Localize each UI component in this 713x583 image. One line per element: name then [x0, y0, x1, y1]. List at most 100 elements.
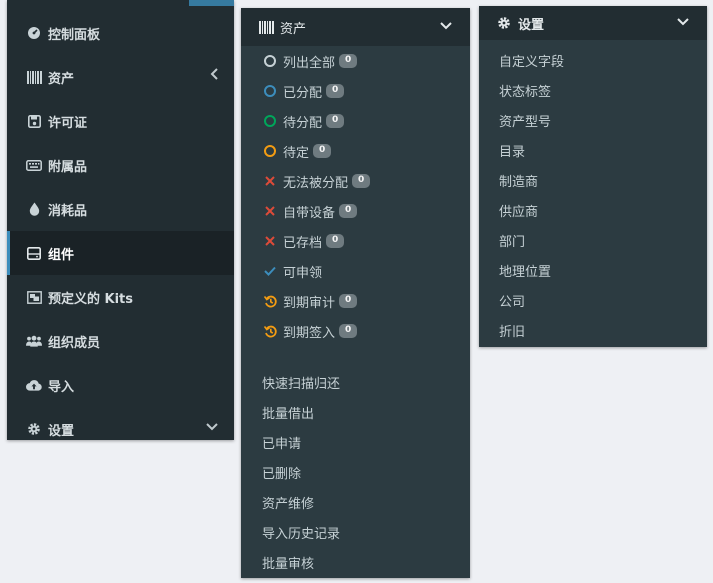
status-labels-link[interactable]: 状态标签	[499, 81, 551, 100]
sidebar-item-consumables[interactable]: 消耗品	[7, 187, 234, 231]
count-badge: 0	[326, 234, 345, 248]
bulk-checkout-link[interactable]: 批量借出	[262, 403, 314, 422]
barcode-icon	[259, 20, 274, 34]
chevron-down-icon	[440, 19, 452, 34]
list-item-label: 待定	[283, 145, 310, 161]
custom-fields-link[interactable]: 自定义字段	[499, 51, 564, 70]
count-badge: 0	[339, 54, 358, 68]
dashboard-icon	[26, 25, 42, 41]
circle-green-icon	[262, 113, 278, 129]
sidebar-item-label: 组件	[48, 247, 75, 263]
count-badge: 0	[339, 294, 358, 308]
deployed-item[interactable]: 已分配 0	[262, 80, 345, 102]
sidebar-item-assets[interactable]: 资产	[7, 55, 234, 99]
sidebar-item-label: 资产	[48, 71, 75, 87]
users-icon	[26, 333, 42, 349]
sidebar-item-label: 控制面板	[48, 27, 101, 43]
sidebar-item-settings[interactable]: 设置	[7, 407, 234, 440]
sidebar-item-label: 组织成员	[48, 335, 101, 351]
keyboard-icon	[26, 157, 42, 173]
list-all-item[interactable]: 列出全部 0	[262, 50, 358, 72]
list-item-label: 到期签入	[283, 325, 336, 341]
requested-link[interactable]: 已申请	[262, 433, 301, 452]
assets-submenu-header[interactable]: 资产	[241, 8, 470, 46]
sidebar-item-accessories[interactable]: 附属品	[7, 143, 234, 187]
list-item-label: 已分配	[283, 85, 323, 101]
sidebar-item-dashboard[interactable]: 控制面板	[7, 11, 234, 55]
list-item-label: 自带设备	[283, 205, 336, 221]
sidebar-item-people[interactable]: 组织成员	[7, 319, 234, 363]
hdd-icon	[26, 245, 42, 261]
list-item-label: 到期审计	[283, 295, 336, 311]
asset-models-link[interactable]: 资产型号	[499, 111, 551, 130]
quick-scan-checkin-link[interactable]: 快速扫描归还	[262, 373, 340, 392]
sidebar-item-kits[interactable]: 预定义的 Kits	[7, 275, 234, 319]
x-icon	[262, 203, 278, 219]
circle-orange-icon	[262, 143, 278, 159]
import-history-link[interactable]: 导入历史记录	[262, 523, 340, 542]
undeployable-item[interactable]: 无法被分配 0	[262, 170, 371, 192]
list-item-label: 可申领	[283, 265, 323, 281]
gear-icon	[497, 16, 511, 30]
deleted-link[interactable]: 已删除	[262, 463, 301, 482]
sidebar-item-licenses[interactable]: 许可证	[7, 99, 234, 143]
byod-item[interactable]: 自带设备 0	[262, 200, 358, 222]
bulk-audit-link[interactable]: 批量审核	[262, 553, 314, 572]
companies-link[interactable]: 公司	[499, 291, 525, 310]
sidebar-item-label: 设置	[48, 423, 75, 439]
chevron-left-icon	[210, 68, 218, 84]
suppliers-link[interactable]: 供应商	[499, 201, 538, 220]
manufacturers-link[interactable]: 制造商	[499, 171, 538, 190]
sidebar-item-import[interactable]: 导入	[7, 363, 234, 407]
list-item-label: 已存档	[283, 235, 323, 251]
object-group-icon	[26, 289, 42, 305]
x-icon	[262, 233, 278, 249]
archived-item[interactable]: 已存档 0	[262, 230, 345, 252]
asset-maintenance-link[interactable]: 资产维修	[262, 493, 314, 512]
count-badge: 0	[326, 114, 345, 128]
ready-to-deploy-item[interactable]: 待分配 0	[262, 110, 345, 132]
count-badge: 0	[352, 174, 371, 188]
sidebar-item-label: 预定义的 Kits	[48, 291, 134, 307]
due-for-audit-item[interactable]: 到期审计 0	[262, 290, 358, 312]
floppy-disk-icon	[26, 113, 42, 129]
count-badge: 0	[339, 324, 358, 338]
list-item-label: 无法被分配	[283, 175, 349, 191]
sidebar-item-components[interactable]: 组件	[7, 231, 234, 275]
assets-submenu-title: 资产	[280, 21, 307, 37]
count-badge: 0	[339, 204, 358, 218]
categories-link[interactable]: 目录	[499, 141, 525, 160]
settings-submenu-title: 设置	[518, 17, 545, 33]
x-icon	[262, 173, 278, 189]
sidebar-top-accent	[189, 0, 234, 6]
history-icon	[262, 293, 278, 309]
cloud-upload-icon	[26, 377, 42, 393]
count-badge: 0	[313, 144, 332, 158]
barcode-icon	[26, 69, 42, 85]
assets-submenu: 资产 列出全部 0 已分配 0 待分配 0 待定 0 无法被分配 0 自带设备 …	[241, 8, 470, 578]
locations-link[interactable]: 地理位置	[499, 261, 551, 280]
due-for-checkin-item[interactable]: 到期签入 0	[262, 320, 358, 342]
circle-blue-icon	[262, 83, 278, 99]
sidebar-item-label: 消耗品	[48, 203, 88, 219]
check-icon	[262, 263, 278, 279]
count-badge: 0	[326, 84, 345, 98]
main-sidebar: 控制面板 资产 许可证 附属品 消耗品 组件 预定义的 Kits 组织成员 导入…	[7, 0, 234, 440]
departments-link[interactable]: 部门	[499, 231, 525, 250]
sidebar-item-label: 许可证	[48, 115, 88, 131]
requestable-item[interactable]: 可申领	[262, 260, 322, 282]
list-item-label: 列出全部	[283, 55, 336, 71]
sidebar-item-label: 附属品	[48, 159, 88, 175]
pending-item[interactable]: 待定 0	[262, 140, 332, 162]
settings-submenu-header[interactable]: 设置	[479, 6, 707, 40]
chevron-down-icon	[677, 15, 689, 30]
gear-icon	[26, 421, 42, 437]
depreciation-link[interactable]: 折旧	[499, 321, 525, 340]
sidebar-item-label: 导入	[48, 379, 75, 395]
tint-icon	[26, 201, 42, 217]
chevron-down-icon	[206, 420, 218, 435]
list-item-label: 待分配	[283, 115, 323, 131]
history-icon	[262, 323, 278, 339]
settings-submenu: 设置 自定义字段 状态标签 资产型号 目录 制造商 供应商 部门 地理位置 公司…	[479, 6, 707, 347]
circle-icon	[262, 53, 278, 69]
